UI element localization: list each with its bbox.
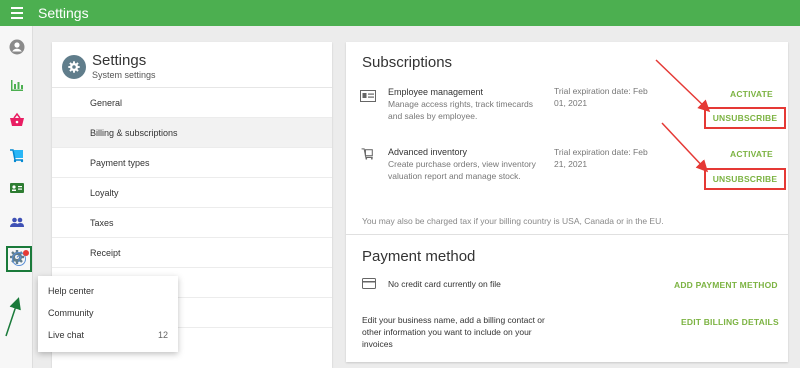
subscription-description: Create purchase orders, view inventory v… xyxy=(388,159,536,181)
help-menu-label: Help center xyxy=(48,286,95,296)
help-popup-menu: Help center Community Live chat 12 xyxy=(38,276,178,352)
help-menu-label: Community xyxy=(48,308,94,318)
unsubscribe-highlight: UNSUBSCRIBE xyxy=(704,168,786,190)
add-payment-method-button[interactable]: ADD PAYMENT METHOD xyxy=(674,280,778,290)
settings-gear-icon xyxy=(62,54,86,79)
settings-item-billing[interactable]: Billing & subscriptions xyxy=(52,118,332,148)
edit-billing-details-button[interactable]: EDIT BILLING DETAILS xyxy=(681,317,779,327)
help-icon: ? xyxy=(12,250,29,266)
live-chat-count: 12 xyxy=(157,330,168,340)
settings-item-payment-types[interactable]: Payment types xyxy=(52,148,332,178)
settings-item-taxes[interactable]: Taxes xyxy=(52,208,332,238)
settings-panel-subtitle: System settings xyxy=(92,70,156,80)
account-icon[interactable] xyxy=(0,32,33,62)
app-header: Settings xyxy=(0,0,800,26)
settings-panel-title: Settings xyxy=(92,52,147,69)
tax-note: You may also be charged tax if your bill… xyxy=(362,216,664,226)
inventory-cart-icon xyxy=(361,148,373,160)
settings-item-general[interactable]: General xyxy=(52,88,332,118)
subscription-name: Advanced inventory xyxy=(388,147,468,157)
left-nav xyxy=(0,26,33,368)
help-button[interactable]: ? xyxy=(6,246,32,272)
activate-button[interactable]: ACTIVATE xyxy=(730,149,773,159)
activate-button[interactable]: ACTIVATE xyxy=(730,89,773,99)
billing-details-text: Edit your business name, add a billing c… xyxy=(362,315,545,349)
help-menu-label: Live chat xyxy=(48,330,85,340)
page-title: Settings xyxy=(38,5,89,21)
section-divider xyxy=(346,234,788,235)
credit-card-icon xyxy=(362,278,376,289)
notification-dot xyxy=(23,250,29,256)
payment-method-title: Payment method xyxy=(362,248,476,265)
no-card-text: No credit card currently on file xyxy=(388,279,501,289)
menu-icon[interactable] xyxy=(4,0,30,26)
settings-item-receipt[interactable]: Receipt xyxy=(52,238,332,268)
unsubscribe-button[interactable]: UNSUBSCRIBE xyxy=(713,113,778,123)
unsubscribe-button[interactable]: UNSUBSCRIBE xyxy=(713,174,778,184)
help-menu-item-live-chat[interactable]: Live chat 12 xyxy=(38,324,178,346)
help-menu-item-community[interactable]: Community xyxy=(38,302,178,324)
help-menu-item-help-center[interactable]: Help center xyxy=(38,280,178,302)
subscription-name: Employee management xyxy=(388,87,484,97)
unsubscribe-highlight: UNSUBSCRIBE xyxy=(704,107,786,129)
basket-icon[interactable] xyxy=(0,105,33,135)
billing-main-panel: Subscriptions Employee management Manage… xyxy=(346,42,788,362)
items-icon[interactable] xyxy=(0,140,33,170)
subscriptions-title: Subscriptions xyxy=(362,54,453,71)
reports-icon[interactable] xyxy=(0,70,33,100)
settings-item-loyalty[interactable]: Loyalty xyxy=(52,178,332,208)
employees-icon[interactable] xyxy=(0,207,33,237)
trial-expiration: Trial expiration date: Feb 21, 2021 xyxy=(554,147,648,169)
customer-card-icon[interactable] xyxy=(0,173,33,203)
trial-expiration: Trial expiration date: Feb 01, 2021 xyxy=(554,86,648,108)
settings-panel-header: Settings System settings xyxy=(52,42,332,88)
employee-card-icon xyxy=(360,90,376,102)
subscription-description: Manage access rights, track timecards an… xyxy=(388,99,534,121)
